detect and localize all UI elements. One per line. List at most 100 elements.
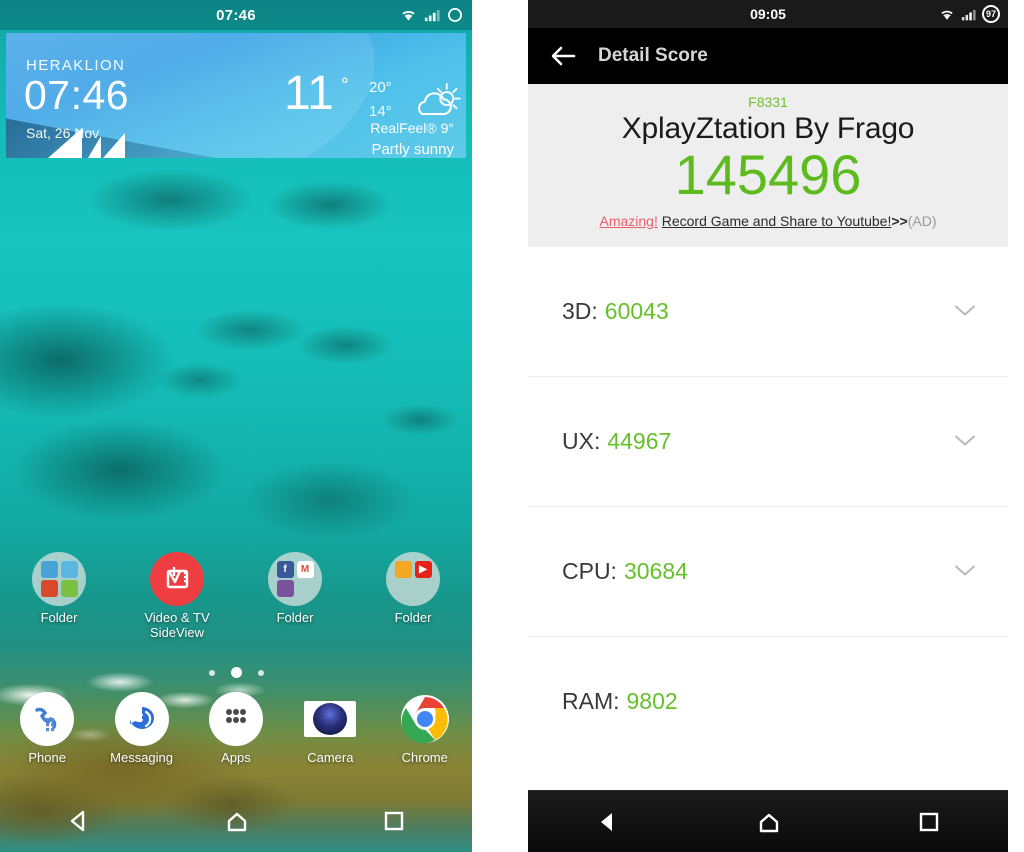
ad-banner[interactable]: Amazing! Record Game and Share to Youtub… [528,213,1008,229]
weather-low: 14° [369,103,392,120]
ad-arrow: >> [891,212,908,229]
app-item-folder-1[interactable]: Folder [9,552,109,626]
dock-label: Camera [307,750,354,765]
app-label: Folder [394,610,432,625]
recents-icon[interactable] [382,809,406,833]
gmail-icon: M [296,561,314,578]
signal-icon [424,10,440,22]
dock-item-messaging[interactable]: Messaging [98,692,186,766]
weather-realfeel: RealFeel® 9° [370,120,454,136]
signal-icon [961,9,976,20]
score-row-ux[interactable]: UX: 44967 [528,377,1008,507]
home-icon[interactable] [224,808,250,834]
folder-mini-empty [395,580,412,597]
status-time: 07:46 [216,6,256,24]
status-time: 09:05 [750,6,786,22]
weather-condition: Partly sunny [371,141,454,158]
score-label: RAM: [562,688,620,715]
chevron-down-icon[interactable] [954,305,976,318]
folder-icon[interactable] [32,552,86,606]
score-summary-card: F8331 XplayZtation By Frago 145496 Amazi… [528,84,1008,247]
right-status-bar: 09:05 97 [528,0,1008,28]
battery-badge-icon: 97 [982,5,1000,23]
ad-text[interactable]: Record Game and Share to Youtube! [662,213,892,229]
left-status-bar: 07:46 [0,0,472,30]
folder-mini-empty [415,580,432,597]
app-item-video-tv-sideview[interactable]: Video & TV SideView [127,552,227,641]
status-icons [400,0,463,30]
home-icon[interactable] [756,809,782,835]
ad-highlight: Amazing! [599,212,658,229]
left-phone-homescreen: 07:46 HERAKLION 07:46 Sat, 26 Nov 11 ° 2… [0,0,472,852]
score-rows: 3D: 60043 UX: 44967 CPU: 30684 RAM: 9802 [528,246,1008,767]
app-label: Folder [276,610,314,625]
apps-grid-icon[interactable] [208,692,263,746]
chevron-down-icon[interactable] [954,565,976,578]
recents-icon[interactable] [917,810,941,834]
dock-label: Apps [221,750,251,765]
wifi-icon [941,10,953,20]
weather-temperature: 11 [284,67,334,120]
facebook-icon: f [276,561,294,578]
folder-icon[interactable]: f M [268,552,322,606]
dock: Phone Messaging Apps Camera Chrome [0,692,472,766]
app-bar: Detail Score [528,28,1008,84]
app-label: Video & TV SideView [144,610,210,640]
weather-date: Sat, 26 Nov [26,125,100,141]
page-dot-active[interactable] [230,667,242,678]
partly-sunny-icon [417,83,461,116]
weather-clock: 07:46 [24,72,130,118]
right-phone-antutu-detail: 09:05 97 Detail Score F8331 XplayZtation… [528,0,1008,852]
status-icons: 97 [939,0,1000,28]
score-label: 3D: [562,297,598,324]
device-model: F8331 [748,94,788,110]
score-label: CPU: [562,557,617,584]
weather-degree-symbol: ° [341,75,349,96]
screenshot-root: 07:46 HERAKLION 07:46 Sat, 26 Nov 11 ° 2… [0,0,1024,852]
page-indicator [0,667,472,678]
battery-ring-icon [448,8,462,22]
score-row-3d[interactable]: 3D: 60043 [528,247,1008,377]
weather-high: 20° [369,79,392,96]
dock-label: Chrome [401,750,448,765]
battery-percent: 97 [985,9,996,19]
dock-item-apps[interactable]: Apps [192,692,280,766]
chevron-down-icon[interactable] [954,435,976,448]
dock-label: Phone [28,750,66,765]
chrome-icon[interactable] [398,692,452,746]
score-value: 9802 [626,688,678,715]
dock-item-chrome[interactable]: Chrome [381,692,469,766]
score-label: UX: [562,427,601,454]
video-tv-sideview-icon[interactable] [150,552,204,606]
score-value: 30684 [623,557,688,584]
app-label: Folder [40,610,78,625]
youtube-icon: ▶ [414,561,432,578]
folder-mini-empty [297,580,314,597]
folder-mini-app [60,580,78,597]
wifi-icon [402,10,415,21]
app-item-folder-3[interactable]: ▶ Folder [363,552,463,626]
back-icon[interactable] [66,808,92,834]
dock-item-phone[interactable]: Phone [3,692,91,766]
folder-mini-app [60,561,78,578]
camera-icon[interactable] [303,692,357,746]
folder-mini-app [40,580,58,597]
score-row-ram[interactable]: RAM: 9802 [528,637,1008,767]
device-name: XplayZtation By Frago [621,112,915,145]
messaging-icon[interactable] [114,692,169,746]
score-row-cpu[interactable]: CPU: 30684 [528,507,1008,637]
back-icon[interactable] [595,809,621,835]
page-dot[interactable] [257,669,264,676]
weather-widget[interactable]: HERAKLION 07:46 Sat, 26 Nov 11 ° 20° 14°… [6,33,466,158]
phone-icon[interactable] [20,692,75,746]
score-value: 60043 [604,297,669,324]
dock-label: Messaging [110,750,174,765]
arrow-back-icon[interactable] [550,45,576,67]
folder-icon[interactable]: ▶ [386,552,440,606]
dock-item-camera[interactable]: Camera [286,692,374,766]
app-item-folder-2[interactable]: f M Folder [245,552,345,626]
ad-tag: (AD) [907,212,937,229]
total-score: 145496 [674,143,862,206]
page-dot[interactable] [208,669,215,676]
right-navigation-bar [528,790,1008,852]
